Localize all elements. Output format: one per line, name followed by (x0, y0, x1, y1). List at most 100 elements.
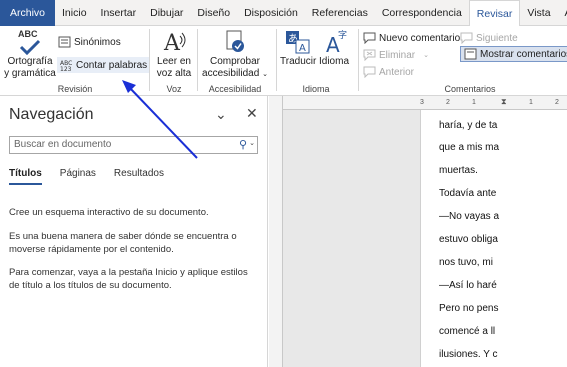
spelling-grammar-button[interactable]: ABC Ortografía y gramática (4, 28, 56, 80)
delete-comment-label: Eliminar (379, 49, 416, 61)
chevron-down-icon: ⌄ (423, 52, 429, 59)
vertical-ruler[interactable] (269, 96, 283, 367)
ribbon-separator (358, 29, 359, 91)
document-line: Todavía ante (439, 188, 497, 199)
nav-help-text-3: Para comenzar, vaya a la pestaña Inicio … (9, 267, 248, 291)
menu-bar: Archivo Inicio Insertar Dibujar Diseño D… (0, 0, 567, 27)
ribbon-separator (149, 29, 150, 91)
document-line: muertas. (439, 165, 478, 176)
document-line: —No vayas a (439, 211, 500, 222)
tab-disposicion[interactable]: Disposición (237, 0, 305, 26)
group-label-language: Idioma (302, 84, 330, 94)
read-aloud-button[interactable]: A Leer en voz alta (153, 28, 195, 80)
delete-comment-icon (363, 49, 376, 61)
ruler-mark: 2 (555, 99, 559, 106)
tab-insertar[interactable]: Insertar (94, 0, 144, 26)
accessibility-icon (226, 30, 244, 52)
tab-ayuda[interactable]: Ayuda (558, 0, 567, 26)
ruler-mark: 1 (472, 99, 476, 106)
nav-help-text-1: Cree un esquema interactivo de su docume… (9, 207, 209, 218)
close-icon[interactable]: ✕ (246, 105, 258, 122)
search-input[interactable]: Buscar en documento ⚲ ⌄ (9, 136, 258, 154)
translate-button[interactable]: あ A Traducir (280, 28, 316, 68)
document-area[interactable]: 3 2 1 ⧗ 1 2 haría, y de ta que a mis ma … (269, 96, 567, 367)
chevron-down-icon[interactable]: ⌄ (249, 139, 255, 147)
tab-referencias[interactable]: Referencias (305, 0, 375, 26)
next-comment-icon (460, 32, 473, 44)
show-comments-label: Mostrar comentarios (480, 48, 567, 60)
group-label-revision: Revisión (57, 84, 93, 94)
tab-resultados[interactable]: Resultados (114, 168, 164, 185)
ribbon-separator (276, 29, 277, 91)
translate-label: Traducir (280, 56, 317, 67)
check-accessibility-button[interactable]: Comprobar accesibilidad ⌄ (200, 28, 270, 81)
word-count-icon: ABC123 (60, 60, 72, 71)
new-comment-label: Nuevo comentario (379, 32, 461, 44)
tab-paginas[interactable]: Páginas (60, 168, 96, 185)
svg-text:字: 字 (338, 29, 347, 41)
tab-diseno[interactable]: Diseño (190, 0, 237, 26)
word-count-label: Contar palabras (76, 59, 148, 71)
read-aloud-label-1: Leer en (157, 56, 191, 67)
translate-icon: あ A (286, 31, 310, 54)
accessibility-label-1: Comprobar (209, 56, 261, 67)
read-aloud-label-2: voz alta (156, 68, 192, 79)
svg-text:A: A (163, 31, 181, 56)
tab-vista[interactable]: Vista (520, 0, 557, 26)
spelling-icon: ABC (4, 28, 56, 56)
search-icon[interactable]: ⚲ (239, 138, 247, 151)
tab-revisar[interactable]: Revisar (468, 0, 521, 27)
tab-titulos[interactable]: Títulos (9, 168, 42, 185)
spelling-label-2: y gramática (4, 68, 56, 79)
document-line: —Así lo haré (439, 280, 497, 291)
show-comments-icon (464, 48, 477, 60)
delete-comment-button[interactable]: Eliminar ⌄ (363, 47, 429, 63)
svg-text:123: 123 (60, 66, 72, 71)
ruler-mark: 1 (529, 99, 533, 106)
navigation-pane: Navegación ⌄ ✕ Buscar en documento ⚲ ⌄ T… (0, 96, 268, 367)
language-label: Idioma (318, 56, 349, 67)
group-label-voice: Voz (166, 84, 182, 94)
document-line: comencé a ll (439, 326, 496, 337)
document-page[interactable]: haría, y de ta que a mis ma muertas. Tod… (420, 110, 567, 367)
ruler-mark: 2 (446, 99, 450, 106)
tab-inicio[interactable]: Inicio (55, 0, 94, 26)
ribbon-separator (197, 29, 198, 91)
svg-text:A: A (299, 43, 306, 54)
synonyms-label: Sinónimos (74, 36, 121, 48)
document-line: que a mis ma (439, 142, 500, 153)
ribbon: ABC Ortografía y gramática Sinónimos ABC… (0, 26, 567, 96)
tab-archivo[interactable]: Archivo (0, 0, 56, 26)
tab-correspondencia[interactable]: Correspondencia (375, 0, 469, 26)
ruler-mark: 3 (420, 99, 424, 106)
indent-marker[interactable]: ⧗ (501, 97, 507, 107)
next-comment-label: Siguiente (476, 32, 518, 44)
spelling-label-1: Ortografía (7, 56, 53, 67)
document-line: estuvo obliga (439, 234, 498, 245)
document-line: nos tuvo, mi (439, 257, 493, 268)
language-button[interactable]: A 字 Idioma (316, 28, 352, 68)
synonyms-button[interactable]: Sinónimos (58, 34, 121, 50)
navigation-title: Navegación (9, 106, 94, 123)
next-comment-button[interactable]: Siguiente (460, 30, 518, 46)
navigation-tabs: Títulos Páginas Resultados (9, 168, 164, 185)
word-count-button[interactable]: ABC 123 Contar palabras (57, 57, 151, 73)
accessibility-label-2: accesibilidad ⌄ (202, 68, 268, 79)
previous-comment-icon (363, 66, 376, 78)
document-line: haría, y de ta (439, 120, 498, 131)
new-comment-button[interactable]: Nuevo comentario (363, 30, 460, 46)
tab-dibujar[interactable]: Dibujar (143, 0, 190, 26)
new-comment-icon (363, 32, 376, 44)
document-line: ilusiones. Y c (439, 349, 498, 360)
group-label-comments: Comentarios (444, 84, 496, 94)
read-aloud-icon: A (163, 31, 186, 56)
language-icon: A 字 (326, 29, 347, 56)
thesaurus-icon (58, 36, 71, 48)
show-comments-button[interactable]: Mostrar comentarios (460, 46, 567, 62)
chevron-down-icon: ⌄ (262, 71, 268, 78)
previous-comment-label: Anterior (379, 66, 415, 78)
group-label-accessibility: Accesibilidad (208, 84, 262, 94)
horizontal-ruler[interactable]: 3 2 1 ⧗ 1 2 (283, 96, 567, 110)
chevron-down-icon[interactable]: ⌄ (215, 106, 227, 123)
previous-comment-button[interactable]: Anterior (363, 64, 414, 80)
